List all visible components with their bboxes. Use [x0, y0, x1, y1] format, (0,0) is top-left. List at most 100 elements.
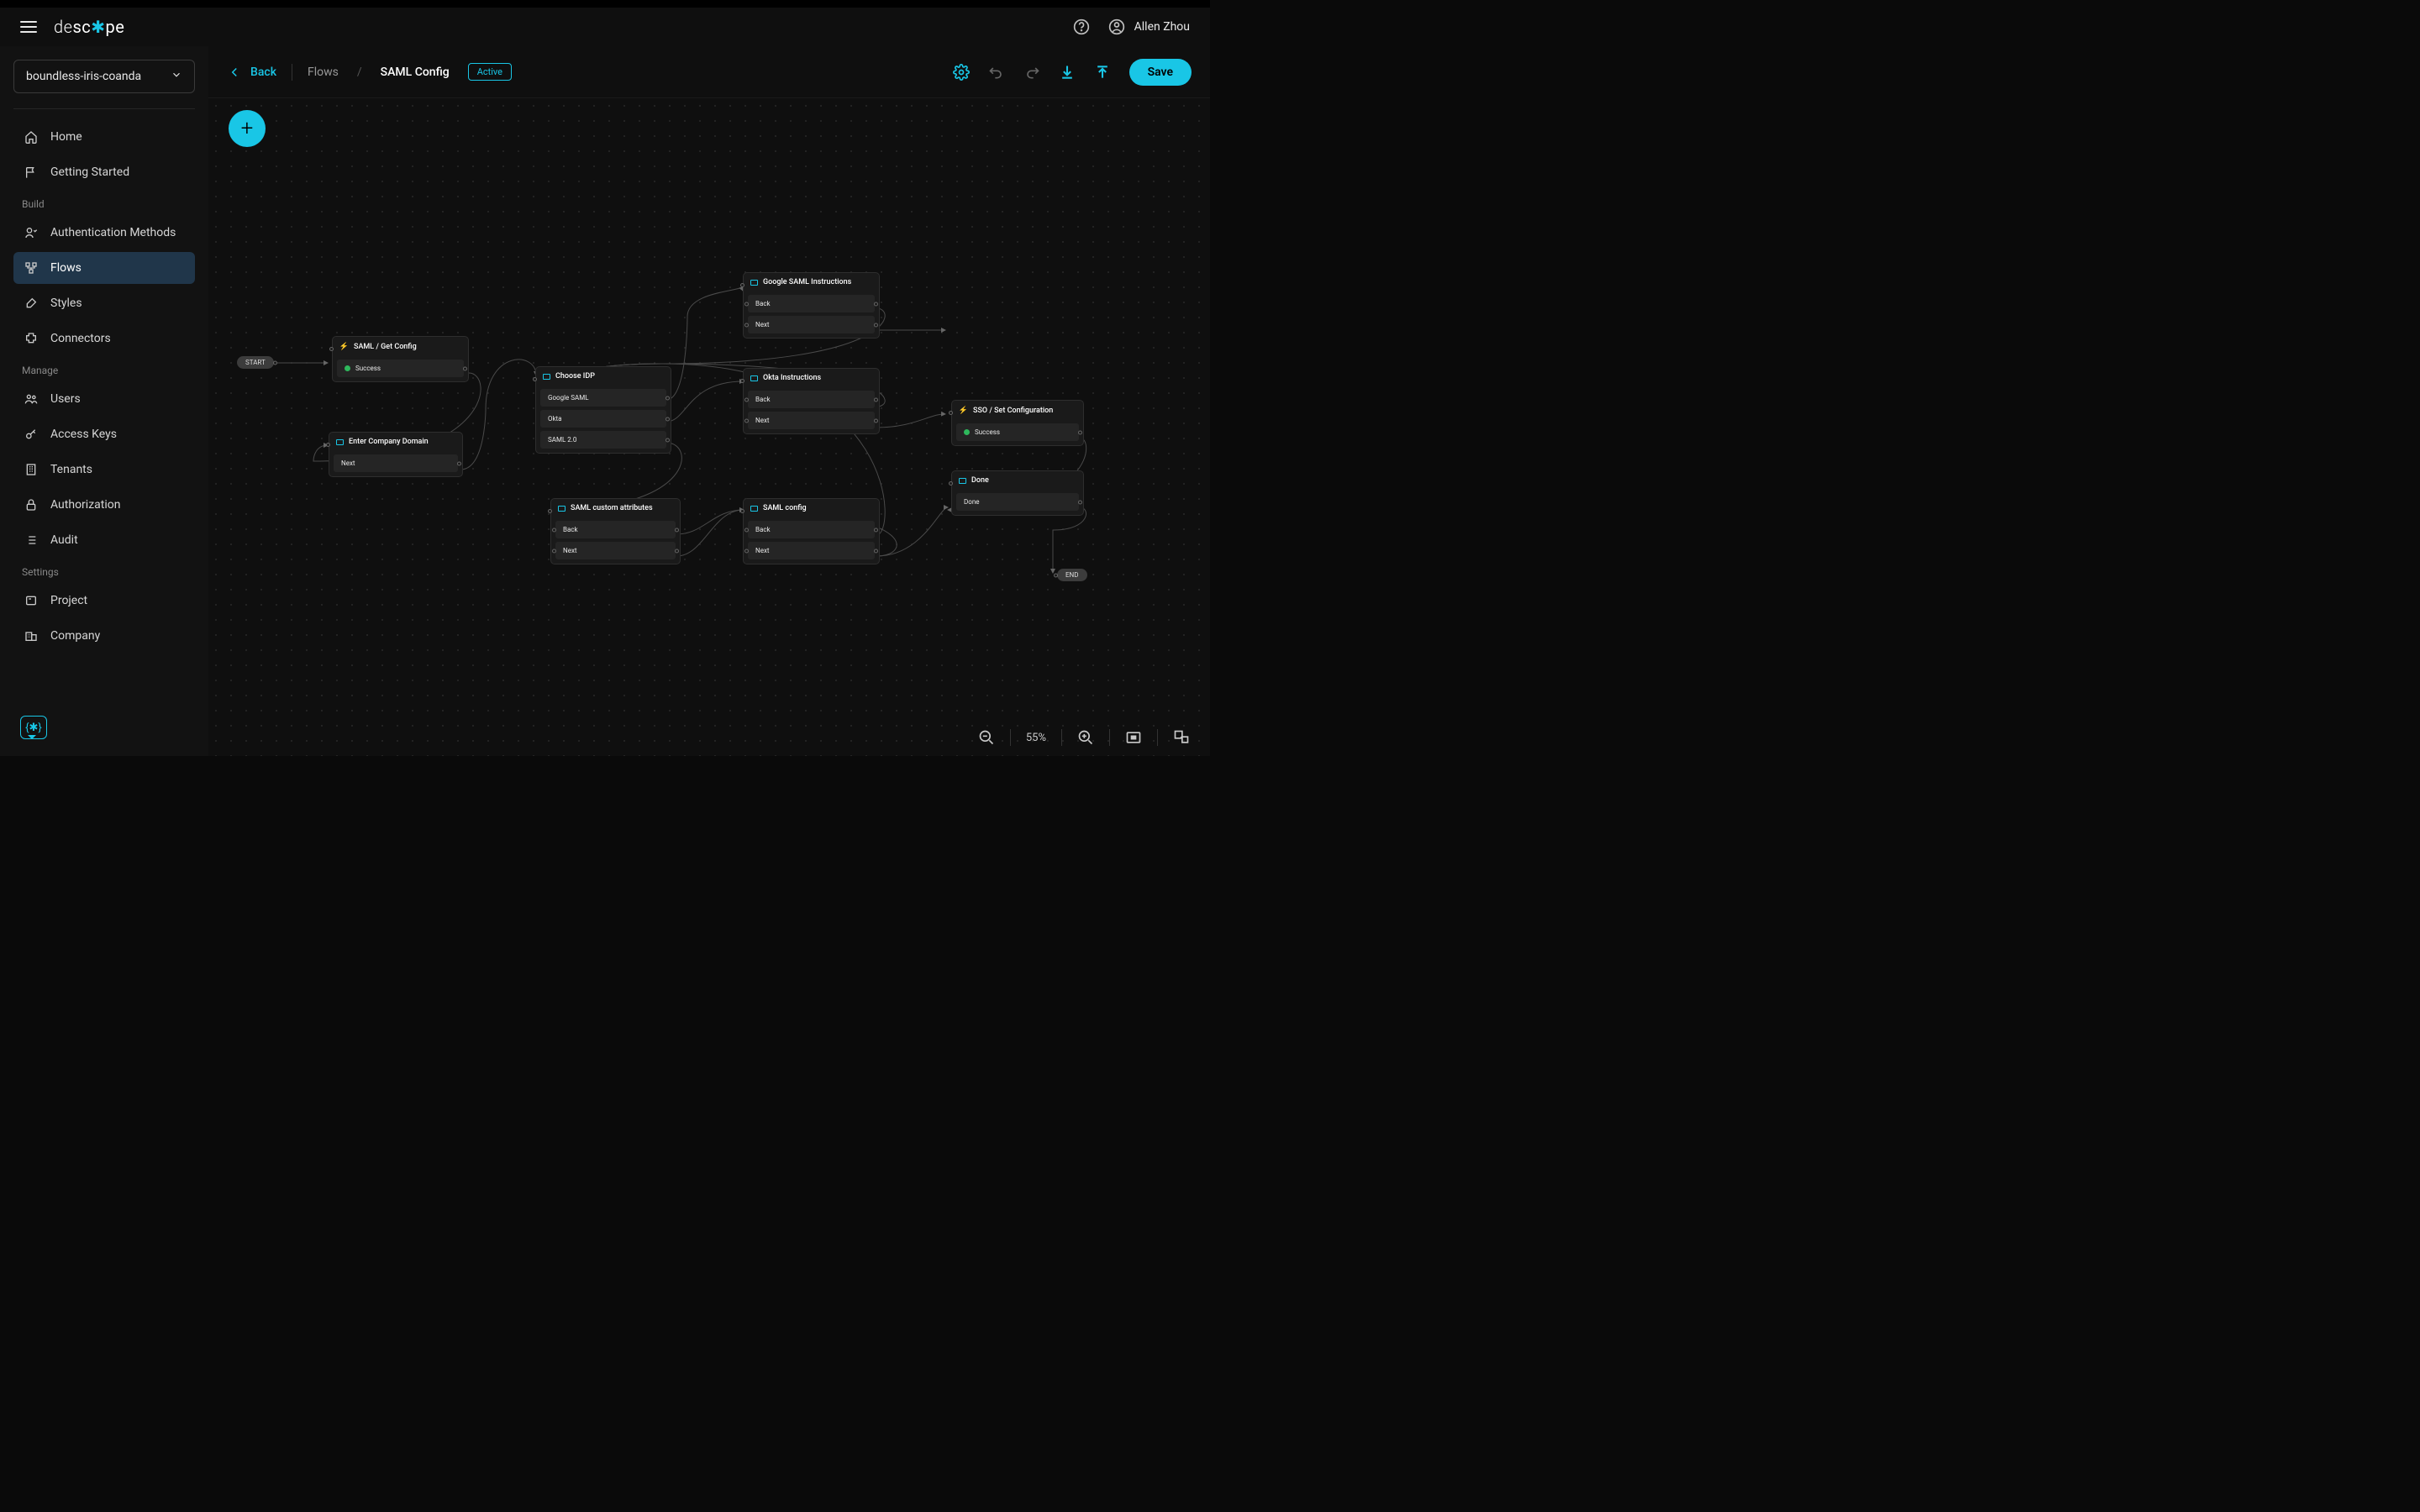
- status-badge: Active: [468, 63, 512, 81]
- sidebar-item-label: Users: [50, 392, 81, 406]
- user-icon[interactable]: [1107, 18, 1126, 36]
- screen-icon: [750, 280, 758, 286]
- node-done[interactable]: Done Done: [951, 470, 1084, 516]
- sidebar-item-users[interactable]: Users: [13, 383, 195, 415]
- sidebar: boundless-iris-coanda Home Getting Start…: [0, 46, 208, 756]
- node-title: SAML / Get Config: [354, 343, 417, 351]
- building-icon: [24, 462, 39, 477]
- brush-icon: [24, 296, 39, 311]
- sidebar-item-label: Home: [50, 130, 82, 144]
- sidebar-item-connectors[interactable]: Connectors: [13, 323, 195, 354]
- users-icon: [24, 391, 39, 407]
- flag-icon: [24, 165, 39, 180]
- sidebar-item-flows[interactable]: Flows: [13, 252, 195, 284]
- sidebar-item-label: Access Keys: [50, 428, 117, 441]
- help-icon[interactable]: [1072, 18, 1091, 36]
- node-sso-set[interactable]: ⚡ SSO / Set Configuration Success: [951, 400, 1084, 446]
- node-output: Back: [755, 300, 771, 307]
- screen-icon: [558, 506, 566, 512]
- sidebar-item-access-keys[interactable]: Access Keys: [13, 418, 195, 450]
- node-title: SSO / Set Configuration: [973, 407, 1053, 415]
- flows-icon: [24, 260, 39, 276]
- sidebar-item-audit[interactable]: Audit: [13, 524, 195, 556]
- lock-icon: [24, 497, 39, 512]
- node-output: Next: [755, 417, 770, 424]
- key-icon: [24, 427, 39, 442]
- node-title: Enter Company Domain: [349, 438, 429, 446]
- sidebar-item-label: Audit: [50, 533, 78, 547]
- end-pill[interactable]: END: [1057, 569, 1087, 581]
- node-title: Okta Instructions: [763, 374, 821, 382]
- sidebar-item-label: Authorization: [50, 498, 120, 512]
- section-manage: Manage: [13, 358, 195, 380]
- sidebar-item-project[interactable]: Project: [13, 585, 195, 617]
- node-output: Success: [975, 428, 1000, 436]
- flow-canvas[interactable]: +: [208, 98, 1210, 756]
- screen-icon: [750, 506, 758, 512]
- sidebar-item-label: Tenants: [50, 463, 92, 476]
- node-choose-idp[interactable]: Choose IDP Google SAML Okta SAML 2.0: [535, 366, 671, 454]
- breadcrumb-current: SAML Config: [381, 66, 450, 79]
- user-name: Allen Zhou: [1134, 20, 1190, 34]
- sidebar-item-label: Getting Started: [50, 165, 129, 179]
- node-saml-config[interactable]: SAML config Back Next: [743, 498, 880, 564]
- node-title: Google SAML Instructions: [763, 278, 851, 286]
- node-output: SAML 2.0: [548, 436, 576, 444]
- redo-icon[interactable]: [1023, 64, 1040, 81]
- node-google-instructions[interactable]: Google SAML Instructions Back Next: [743, 272, 880, 339]
- settings-icon[interactable]: [953, 64, 970, 81]
- node-get-config[interactable]: ⚡SAML / Get Config Success: [332, 336, 469, 382]
- node-title: SAML config: [763, 504, 807, 512]
- sidebar-item-getting-started[interactable]: Getting Started: [13, 156, 195, 188]
- sidebar-item-home[interactable]: Home: [13, 121, 195, 153]
- hamburger-icon[interactable]: [20, 21, 37, 33]
- add-node-button[interactable]: +: [229, 110, 266, 147]
- fit-view-icon[interactable]: [1125, 729, 1142, 746]
- sidebar-item-label: Flows: [50, 261, 82, 275]
- screen-icon: [750, 375, 758, 381]
- zoom-out-icon[interactable]: [978, 729, 995, 746]
- logo: desc✱pe: [54, 17, 124, 37]
- chatbot-button[interactable]: {✱}: [20, 716, 47, 739]
- start-pill[interactable]: START: [237, 356, 274, 369]
- sidebar-item-styles[interactable]: Styles: [13, 287, 195, 319]
- node-output: Next: [755, 547, 770, 554]
- save-button[interactable]: Save: [1129, 59, 1192, 86]
- success-icon: [345, 365, 350, 371]
- back-button[interactable]: Back: [227, 65, 276, 80]
- node-output: Done: [964, 498, 979, 506]
- section-build: Build: [13, 192, 195, 213]
- company-icon: [24, 628, 39, 643]
- success-icon: [964, 429, 970, 435]
- zoom-in-icon[interactable]: [1077, 729, 1094, 746]
- node-output: Back: [755, 526, 771, 533]
- node-saml-custom[interactable]: SAML custom attributes Back Next: [550, 498, 681, 564]
- sidebar-item-authorization[interactable]: Authorization: [13, 489, 195, 521]
- puzzle-icon: [24, 331, 39, 346]
- sidebar-item-auth-methods[interactable]: Authentication Methods: [13, 217, 195, 249]
- breadcrumb-root[interactable]: Flows: [308, 66, 339, 79]
- zoom-bar: 55%: [978, 729, 1190, 746]
- minimap-icon[interactable]: [1173, 729, 1190, 746]
- sidebar-item-label: Authentication Methods: [50, 226, 176, 239]
- node-title: SAML custom attributes: [571, 504, 653, 512]
- project-name: boundless-iris-coanda: [26, 70, 141, 83]
- screen-icon: [336, 439, 344, 445]
- undo-icon[interactable]: [988, 64, 1005, 81]
- section-settings: Settings: [13, 559, 195, 581]
- project-select[interactable]: boundless-iris-coanda: [13, 60, 195, 93]
- upload-icon[interactable]: [1094, 64, 1111, 81]
- sidebar-item-company[interactable]: Company: [13, 620, 195, 652]
- download-icon[interactable]: [1059, 64, 1076, 81]
- node-output: Okta: [548, 415, 562, 423]
- back-label: Back: [250, 66, 276, 79]
- node-okta-instructions[interactable]: Okta Instructions Back Next: [743, 368, 880, 434]
- sidebar-item-tenants[interactable]: Tenants: [13, 454, 195, 486]
- screen-icon: [959, 478, 966, 484]
- node-enter-domain[interactable]: Enter Company Domain Next: [329, 432, 463, 477]
- list-icon: [24, 533, 39, 548]
- zoom-level: 55%: [1026, 732, 1046, 744]
- project-icon: [24, 593, 39, 608]
- bolt-icon: ⚡: [959, 406, 968, 415]
- chevron-down-icon: [171, 69, 182, 84]
